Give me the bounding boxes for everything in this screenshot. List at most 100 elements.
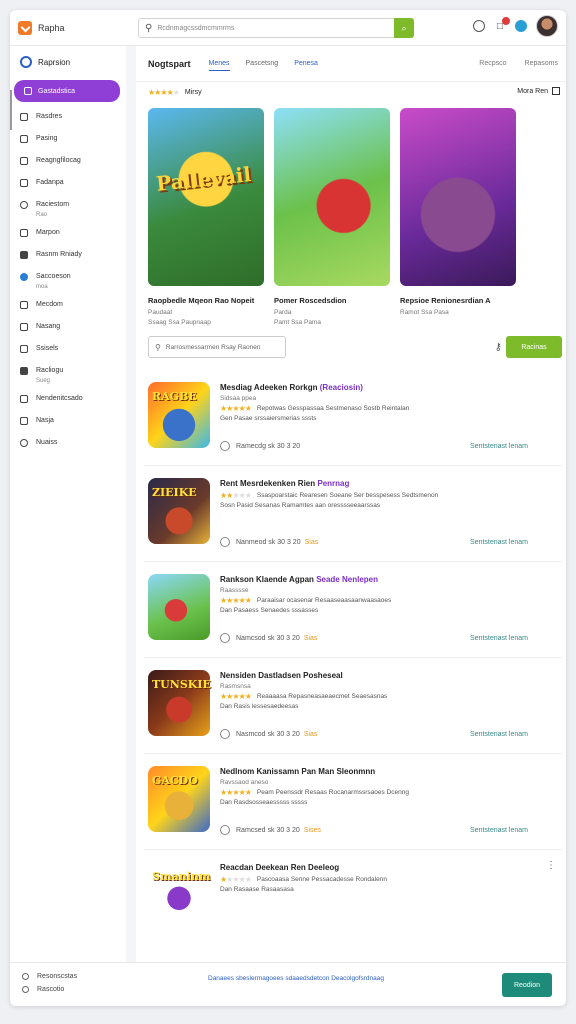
scrollbar[interactable] xyxy=(10,90,12,130)
featured-thumbnail xyxy=(274,108,390,286)
list-item[interactable]: TUNSKIE Nensiden Dastladsen Posheseal Ras… xyxy=(144,658,562,754)
bottom-link[interactable]: Resonscstas xyxy=(22,973,77,980)
sidebar-header[interactable]: Raprsion xyxy=(10,46,126,78)
item-action-link[interactable]: Sentstenast lenam xyxy=(470,635,528,642)
brand[interactable]: Rapha xyxy=(18,20,136,35)
search-input[interactable]: ⚲ Rcdnmagcssdmcmmrms ⌕ xyxy=(138,18,414,38)
list-item[interactable]: GACDO Nedlnom Kanissamn Pan Man Sleonmnn … xyxy=(144,754,562,850)
item-action-link[interactable]: Sentstenast lenam xyxy=(470,443,528,450)
sidebar-item-active[interactable]: Gastadstica xyxy=(14,80,120,102)
game-icon-logo: TUNSKIE xyxy=(152,678,211,691)
list-item[interactable]: RAGBE Mesdiag Adeeken Rorkgn (Reaciosin) S… xyxy=(144,370,562,466)
sidebar-item-label: Nasja xyxy=(36,417,54,424)
item-title-main: Mesdiag Adeeken Rorkgn xyxy=(220,383,318,392)
item-body: Nedlnom Kanissamn Pan Man Sleonmnn Ravss… xyxy=(220,766,552,806)
people-icon xyxy=(20,367,28,375)
item-action-link[interactable]: Sentstenast lenam xyxy=(470,827,528,834)
tab-menes[interactable]: Menes xyxy=(208,57,230,71)
item-title: Rent Mesrdekenken Rien Penrnag xyxy=(220,478,552,489)
item-title-main: Rent Mesrdekenken Rien xyxy=(220,479,316,488)
user-filter-icon[interactable]: ⚷ xyxy=(495,342,502,353)
sidebar-item[interactable]: Marpon xyxy=(10,224,126,246)
calendar-icon xyxy=(20,179,28,187)
list-item[interactable]: ZIEIKE Rent Mesrdekenken Rien Penrnag ★★★★… xyxy=(144,466,562,562)
rating-filter[interactable]: ★★★★★ Mirsy Mora Ren xyxy=(136,82,566,102)
tab-pascetsng[interactable]: Pascetsng xyxy=(246,57,279,70)
item-description: Dan Pasaess Senaedes sssasses xyxy=(220,607,319,614)
bottom-action-button[interactable]: Reodion xyxy=(502,973,552,997)
sidebar-item[interactable]: Rasnm Rniady xyxy=(10,246,126,268)
item-meta-text: Raasssse xyxy=(220,587,249,594)
featured-carousel: Pallevail Raopbedle Mqeon Rao Nopeit Pau… xyxy=(136,108,566,326)
sidebar-item[interactable]: Pasing xyxy=(10,130,126,152)
sidebar-item[interactable]: Raciestom Rao xyxy=(10,196,126,224)
sidebar-item[interactable]: Fadanpa xyxy=(10,174,126,196)
featured-title: Raopbedle Mqeon Rao Nopeit xyxy=(148,296,255,305)
clock-icon xyxy=(220,633,230,643)
sidebar-item[interactable]: Nuaiss xyxy=(10,434,126,456)
item-meta-text: Rasmsnsa xyxy=(220,683,251,690)
sidebar-item[interactable]: Saccoeson moa xyxy=(10,268,126,296)
game-icon-logo: ZIEIKE xyxy=(152,486,197,499)
featured-card[interactable]: Pomer Roscedsdion Parda Pamt Ssa Pama xyxy=(274,108,390,326)
sidebar-item[interactable]: Mecdom xyxy=(10,296,126,318)
item-stars: ★★★★★ xyxy=(220,788,252,797)
bottom-notice[interactable]: Danaees sbeslermagoees sdaaedsdetcon Dea… xyxy=(206,973,386,984)
clock-icon[interactable] xyxy=(473,20,485,32)
item-title-highlight: Penrnag xyxy=(317,479,350,488)
item-meta: Rasmsnsa xyxy=(220,683,552,690)
globe-icon[interactable] xyxy=(515,20,527,32)
more-link[interactable]: Mora Ren xyxy=(517,87,560,95)
featured-card[interactable]: Pallevail Raopbedle Mqeon Rao Nopeit Pau… xyxy=(148,108,264,326)
filter-button[interactable]: Racinas xyxy=(506,336,562,358)
item-body: Mesdiag Adeeken Rorkgn (Reaciosin) Sidsaa… xyxy=(220,382,552,422)
avatar[interactable] xyxy=(536,15,558,37)
main-content: Nogtspart Menes Pascetsng Penesa Recpsco… xyxy=(136,46,566,946)
item-price: Sias xyxy=(303,634,318,642)
item-ratings-text: Repotwas Gesspassaa Sestmenaso Sostb Rei… xyxy=(256,405,410,412)
featured-title: Repsioe Renionesrdian A xyxy=(400,296,491,305)
sidebar-item[interactable]: Ssisels xyxy=(10,340,126,362)
featured-card[interactable]: Repsioe Renionesrdian A Ramot Ssa Pasa xyxy=(400,108,516,326)
tab-penesa[interactable]: Penesa xyxy=(294,57,318,70)
brand-name: Rapha xyxy=(38,22,65,33)
item-rating-row: ★★★★★ Reaaaasa Repasneasaeaecmet Seaesasn… xyxy=(220,692,552,701)
item-title: Nensiden Dastladsen Posheseal xyxy=(220,670,552,681)
item-price-line: Ramecdg sk 30 3 20 xyxy=(236,442,301,450)
clock-icon xyxy=(220,441,230,451)
sidebar-item[interactable]: Nasja xyxy=(10,412,126,434)
tab-repasoms[interactable]: Repasoms xyxy=(525,60,558,67)
square-icon xyxy=(20,113,28,121)
list-item[interactable]: Rankson Klaende Agpan Seade Nenlepen Raas… xyxy=(144,562,562,658)
list-item[interactable]: Smaninm Reacdan Deekean Ren Deeleog ★★★★★… xyxy=(144,850,562,946)
more-options-icon[interactable]: ⋮ xyxy=(546,860,556,871)
filter-search-input[interactable]: ⚲ Rarrosmessarmen Rsay Raonen xyxy=(148,336,286,358)
item-meta: Ravssaod aneso xyxy=(220,779,552,786)
sidebar-item-label: Raciestom xyxy=(36,201,70,208)
chat-icon xyxy=(20,201,28,209)
item-action-link[interactable]: Sentstenast lenam xyxy=(470,731,528,738)
sidebar-item[interactable]: Nasang xyxy=(10,318,126,340)
item-action-link[interactable]: Sentstenast lenam xyxy=(470,539,528,546)
sidebar-item-label: Mecdom xyxy=(36,301,63,308)
sidebar-item-sub: Rao xyxy=(36,212,48,218)
sidebar-item[interactable]: Nendenitcsado xyxy=(10,390,126,412)
sidebar-item[interactable]: Reagngfilocag xyxy=(10,152,126,174)
sidebar-item-label: Rasnm Rniady xyxy=(36,251,82,258)
item-footer: Ramecdg sk 30 3 20 Sentstenast lenam xyxy=(220,441,552,451)
folder-icon xyxy=(20,251,28,259)
bottom-link[interactable]: Rascotio xyxy=(22,986,77,993)
item-stars: ★★★★★ xyxy=(220,491,252,500)
sidebar-item[interactable]: Racliogu Sueg xyxy=(10,362,126,390)
tab-recpsco[interactable]: Recpsco xyxy=(479,60,506,67)
top-actions: □ xyxy=(473,15,558,37)
search-button[interactable]: ⌕ xyxy=(394,18,414,38)
item-footer: Ramcsed sk 30 3 20 Sises Sentstenast lenam xyxy=(220,825,552,835)
bell-icon[interactable]: □ xyxy=(494,17,510,32)
ring-icon xyxy=(20,56,32,68)
copy-icon xyxy=(20,345,28,353)
item-price: Sias xyxy=(304,538,319,546)
item-price-line: Namcsod sk 30 3 20 xyxy=(236,634,300,642)
sidebar-item[interactable]: Rasdres xyxy=(10,108,126,130)
sidebar-item-label: Reagngfilocag xyxy=(36,157,81,164)
